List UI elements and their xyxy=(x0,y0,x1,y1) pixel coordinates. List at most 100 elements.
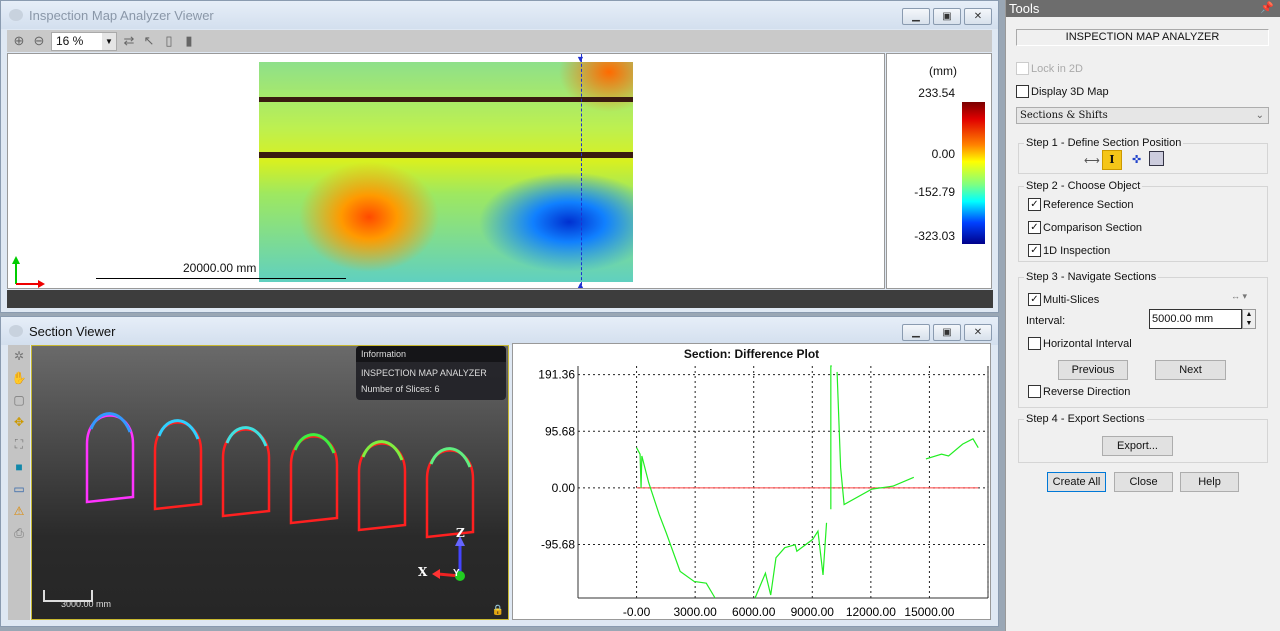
multi-slices-checkbox[interactable]: ✓ Multi-Slices xyxy=(1028,293,1099,306)
heatmap-image xyxy=(259,62,633,282)
reference-section-checkbox[interactable]: ✓ Reference Section xyxy=(1028,198,1134,211)
step4-label: Step 4 - Export Sections xyxy=(1024,413,1147,425)
step1-group: Step 1 - Define Section Position ⟷ I ✜ xyxy=(1018,137,1268,174)
view-toolbar: ✲ ✋ ▢ ✥ ⛶ ■ ▭ ⚠ ⎙ xyxy=(8,345,30,620)
help-button[interactable]: Help xyxy=(1180,472,1239,492)
point-pick-icon[interactable]: ✜ xyxy=(1132,153,1141,166)
vertical-section-icon[interactable]: I xyxy=(1102,150,1122,170)
tool-header: INSPECTION MAP ANALYZER xyxy=(1016,29,1269,46)
section-viewer-titlebar[interactable]: Section Viewer ▁ ▣ ✕ xyxy=(1,317,998,345)
difference-series-segment xyxy=(836,371,915,506)
chevron-down-icon[interactable]: ▼ xyxy=(102,32,116,50)
next-button[interactable]: Next xyxy=(1155,360,1226,380)
mode-select[interactable]: Sections & Shifts ⌄ xyxy=(1016,107,1269,124)
difference-series-segment xyxy=(925,438,979,460)
interval-input[interactable]: 5000.00 mm xyxy=(1149,309,1242,329)
scale-bar xyxy=(96,278,346,279)
view-orient-icon[interactable]: ✲ xyxy=(14,349,24,363)
warning-icon[interactable]: ⚠ xyxy=(14,504,25,518)
section-marker-bottom-icon[interactable]: ▲ xyxy=(576,280,585,288)
table-icon[interactable] xyxy=(1149,151,1164,166)
maximize-button[interactable]: ▣ xyxy=(933,8,961,25)
axis-triad-icon xyxy=(12,256,45,288)
checkbox-box: ✓ xyxy=(1028,221,1041,234)
x-tick-label: 9000.00 xyxy=(791,605,835,619)
inspection-1d-label: 1D Inspection xyxy=(1043,244,1111,257)
step2-group: Step 2 - Choose Object ✓ Reference Sectio… xyxy=(1018,180,1268,262)
scale-label: 3000.00 mm xyxy=(61,599,112,609)
interval-spinner[interactable]: ▲ ▼ xyxy=(1242,309,1256,329)
zoom-in-icon[interactable]: ⊕ xyxy=(11,33,27,49)
section-marker-top-icon[interactable]: ▼ xyxy=(576,54,585,64)
information-panel: Information INSPECTION MAP ANALYZER Numb… xyxy=(356,346,506,400)
inspection-map-canvas[interactable]: ▼ ▲ 20000.00 mm xyxy=(7,53,885,289)
window-title: Section Viewer xyxy=(29,323,116,339)
cube-icon[interactable]: ▢ xyxy=(13,393,24,407)
difference-series-segment xyxy=(636,447,716,599)
tools-title: Tools xyxy=(1009,1,1040,16)
close-button[interactable]: ✕ xyxy=(964,324,992,341)
comparison-label: Comparison Section xyxy=(1043,221,1143,234)
horizontal-section-icon[interactable]: ⟷ xyxy=(1084,154,1100,167)
y-tick-label: 0.00 xyxy=(552,481,576,495)
zoom-value: 16 % xyxy=(56,34,84,48)
checkbox-box xyxy=(1016,62,1029,75)
zoom-out-icon[interactable]: ⊖ xyxy=(31,33,47,49)
info-line-2: Number of Slices: 6 xyxy=(361,384,440,394)
interval-value: 5000.00 mm xyxy=(1152,313,1214,325)
map-viewer-titlebar[interactable]: Inspection Map Analyzer Viewer ▁ ▣ ✕ xyxy=(1,1,998,29)
minimize-button[interactable]: ▁ xyxy=(902,8,930,25)
lock-icon[interactable]: 🔒 xyxy=(492,605,504,616)
create-all-button[interactable]: Create All xyxy=(1047,472,1106,492)
difference-plot-panel: Section: Difference Plot -0.00 3000.00 600… xyxy=(512,343,991,620)
pin-icon[interactable]: 📌 xyxy=(1260,0,1274,17)
previous-button[interactable]: Previous xyxy=(1058,360,1128,380)
legend-colorbar xyxy=(962,102,985,244)
mode-value: Sections & Shifts xyxy=(1020,110,1108,121)
direction-menu-icon[interactable]: ↔ ▾ xyxy=(1231,291,1247,302)
tools-panel: Tools 📌 INSPECTION MAP ANALYZER Lock in 2… xyxy=(1005,0,1280,631)
interval-label: Interval: xyxy=(1026,315,1066,327)
display-icon[interactable]: ▭ xyxy=(13,482,24,496)
scale-label: 20000.00 mm xyxy=(183,261,257,275)
app-logo-icon xyxy=(9,325,23,337)
close-button[interactable]: ✕ xyxy=(964,8,992,25)
reference-label: Reference Section xyxy=(1043,198,1134,211)
slider-icon[interactable]: ▯ xyxy=(161,33,177,49)
app-logo-icon xyxy=(9,9,23,21)
maximize-button[interactable]: ▣ xyxy=(933,324,961,341)
inspection-1d-checkbox[interactable]: ✓ 1D Inspection xyxy=(1028,244,1110,257)
display-3d-checkbox[interactable]: Display 3D Map xyxy=(1016,85,1109,98)
export-button[interactable]: Export... xyxy=(1102,436,1173,456)
x-tick-label: 3000.00 xyxy=(673,605,717,619)
x-tick-label: -0.00 xyxy=(623,605,651,619)
section-3d-view[interactable]: Information INSPECTION MAP ANALYZER Numb… xyxy=(31,345,509,620)
difference-series-segment xyxy=(754,522,828,599)
x-tick-label: 15000.00 xyxy=(904,605,954,619)
swap-icon[interactable]: ⇄ xyxy=(121,33,137,49)
select-pointer-icon[interactable]: ↖ xyxy=(141,33,157,49)
fit-icon[interactable]: ⛶ xyxy=(15,437,23,452)
step4-group: Step 4 - Export Sections Export... xyxy=(1018,413,1268,463)
checkbox-box xyxy=(1016,85,1029,98)
print-icon[interactable]: ⎙ xyxy=(14,526,24,541)
move-icon[interactable]: ✥ xyxy=(14,415,24,429)
reverse-direction-checkbox[interactable]: Reverse Direction xyxy=(1028,385,1130,398)
minimize-button[interactable]: ▁ xyxy=(902,324,930,341)
z-axis-label: Z xyxy=(456,526,465,540)
info-header: Information xyxy=(356,346,506,362)
pan-hand-icon[interactable]: ✋ xyxy=(12,371,27,385)
y-axis-label: Y xyxy=(453,568,460,579)
bar-icon[interactable]: ▮ xyxy=(181,33,197,49)
section-position-line[interactable] xyxy=(581,54,582,288)
step3-label: Step 3 - Navigate Sections xyxy=(1024,271,1159,283)
lock-2d-checkbox[interactable]: Lock in 2D xyxy=(1016,62,1083,75)
comparison-section-checkbox[interactable]: ✓ Comparison Section xyxy=(1028,221,1142,234)
shaded-cube-icon[interactable]: ■ xyxy=(15,460,22,474)
zoom-select[interactable]: 16 % ▼ xyxy=(51,31,117,51)
checkbox-box: ✓ xyxy=(1028,244,1041,257)
step2-label: Step 2 - Choose Object xyxy=(1024,180,1143,192)
close-tools-button[interactable]: Close xyxy=(1114,472,1173,492)
horizontal-interval-checkbox[interactable]: Horizontal Interval xyxy=(1028,337,1132,350)
section-slice-3 xyxy=(221,428,271,518)
